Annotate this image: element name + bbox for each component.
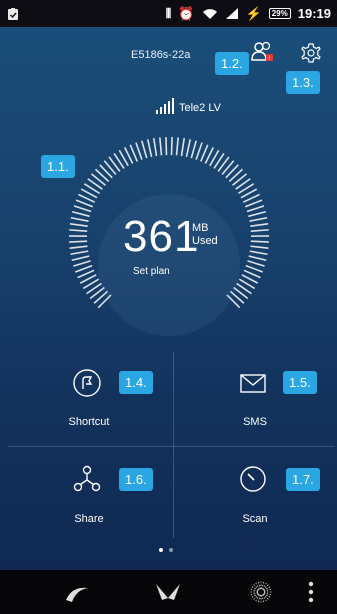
callout-1-5: 1.5. xyxy=(283,371,317,394)
gauge-tick xyxy=(250,222,269,227)
gauge-tick xyxy=(73,205,92,213)
gauge-tick xyxy=(75,199,94,208)
usage-unit-bottom: Used xyxy=(192,235,218,247)
more-vert-icon[interactable] xyxy=(305,578,317,606)
gauge-tick xyxy=(69,245,88,249)
status-bar: ⦀ ⏰ ⚡ 29% 19:19 xyxy=(0,0,337,27)
grid-divider-horizontal xyxy=(8,446,335,447)
gauge-tick xyxy=(180,138,186,157)
usage-unit-top: MB xyxy=(192,222,209,234)
gauge-tick xyxy=(244,199,263,208)
bottom-nav xyxy=(0,570,337,614)
gauge-tick xyxy=(245,264,263,273)
gauge-tick xyxy=(146,139,153,158)
sms-label: SMS xyxy=(243,416,267,428)
shortcut-icon xyxy=(73,369,101,397)
gauge-tick xyxy=(141,140,148,159)
usage-value: 361 xyxy=(123,212,200,261)
gauge-tick xyxy=(246,205,265,213)
users-alert-icon[interactable]: ! xyxy=(250,40,276,66)
gauge-tick xyxy=(69,222,88,227)
gauge-tick xyxy=(190,140,197,159)
gauge-tick xyxy=(200,144,209,162)
gauge-tick xyxy=(249,216,268,222)
callout-1-6: 1.6. xyxy=(119,468,153,491)
gauge-tick xyxy=(250,245,269,249)
gauge-tick xyxy=(72,211,90,218)
page-dot xyxy=(169,548,173,552)
gauge-tick xyxy=(159,137,163,156)
gauge-tick xyxy=(249,250,268,256)
gauge-tick xyxy=(70,250,89,256)
sms-tile[interactable]: SMS xyxy=(174,356,334,446)
gauge-tick xyxy=(71,255,90,262)
page-dot-active xyxy=(159,548,163,552)
gauge-tick xyxy=(195,142,203,160)
scan-icon xyxy=(240,466,266,492)
gauge-tick xyxy=(248,255,267,262)
callout-1-3: 1.3. xyxy=(286,71,320,94)
gauge-tick xyxy=(70,216,89,222)
callout-1-2: 1.2. xyxy=(215,52,249,75)
alarm-icon: ⏰ xyxy=(178,6,195,21)
page-indicator xyxy=(159,548,173,552)
gauge-tick xyxy=(170,137,173,156)
gauge-tick xyxy=(135,142,143,160)
clipboard-icon xyxy=(8,7,18,20)
gauge-tick xyxy=(247,260,265,267)
charging-icon: ⚡ xyxy=(245,6,262,21)
shortcut-tile[interactable]: Shortcut xyxy=(8,356,168,446)
gauge-tick xyxy=(69,229,88,232)
clock: 19:19 xyxy=(297,6,331,21)
shortcut-label: Shortcut xyxy=(68,416,110,428)
vibrate-icon: ⦀ xyxy=(165,6,172,21)
gauge-tick xyxy=(69,240,88,243)
app-screen: ⦀ ⏰ ⚡ 29% 19:19 E5186s-22a ! 1.2. 1.3. T… xyxy=(0,0,337,614)
gauge-tick xyxy=(129,144,138,162)
gauge-tick xyxy=(75,264,93,273)
share-label: Share xyxy=(74,513,104,525)
envelope-icon xyxy=(240,374,266,393)
gauge-tick xyxy=(248,211,266,218)
gauge-tick xyxy=(250,229,269,232)
device-name: E5186s-22a xyxy=(131,49,191,61)
wifi-icon xyxy=(202,8,217,19)
gauge-tick xyxy=(73,260,91,267)
gauge-tick xyxy=(185,139,192,158)
sparkle-nav-icon[interactable] xyxy=(246,578,276,606)
battery-indicator: 29% xyxy=(268,8,291,19)
scan-label: Scan xyxy=(242,513,268,525)
carrier-info: Tele2 LV xyxy=(156,98,221,114)
gauge-tick xyxy=(250,240,269,243)
scan-tile[interactable]: Scan xyxy=(174,452,334,542)
callout-1-7: 1.7. xyxy=(286,468,320,491)
share-tile[interactable]: Share xyxy=(8,452,168,542)
gauge-tick xyxy=(152,138,158,157)
signal-icon xyxy=(225,8,238,19)
share-icon xyxy=(73,465,101,492)
set-plan-link[interactable]: Set plan xyxy=(133,266,170,277)
butterfly-nav-icon[interactable] xyxy=(153,578,183,606)
gear-icon[interactable] xyxy=(300,42,322,64)
signal-strength-icon xyxy=(156,98,174,114)
gauge-tick xyxy=(165,137,168,156)
carrier-name: Tele2 LV xyxy=(179,102,221,114)
callout-1-4: 1.4. xyxy=(119,371,153,394)
gauge-tick xyxy=(175,137,179,156)
swoosh-nav-icon[interactable] xyxy=(62,578,92,606)
usage-unit: MB Used xyxy=(192,222,218,248)
